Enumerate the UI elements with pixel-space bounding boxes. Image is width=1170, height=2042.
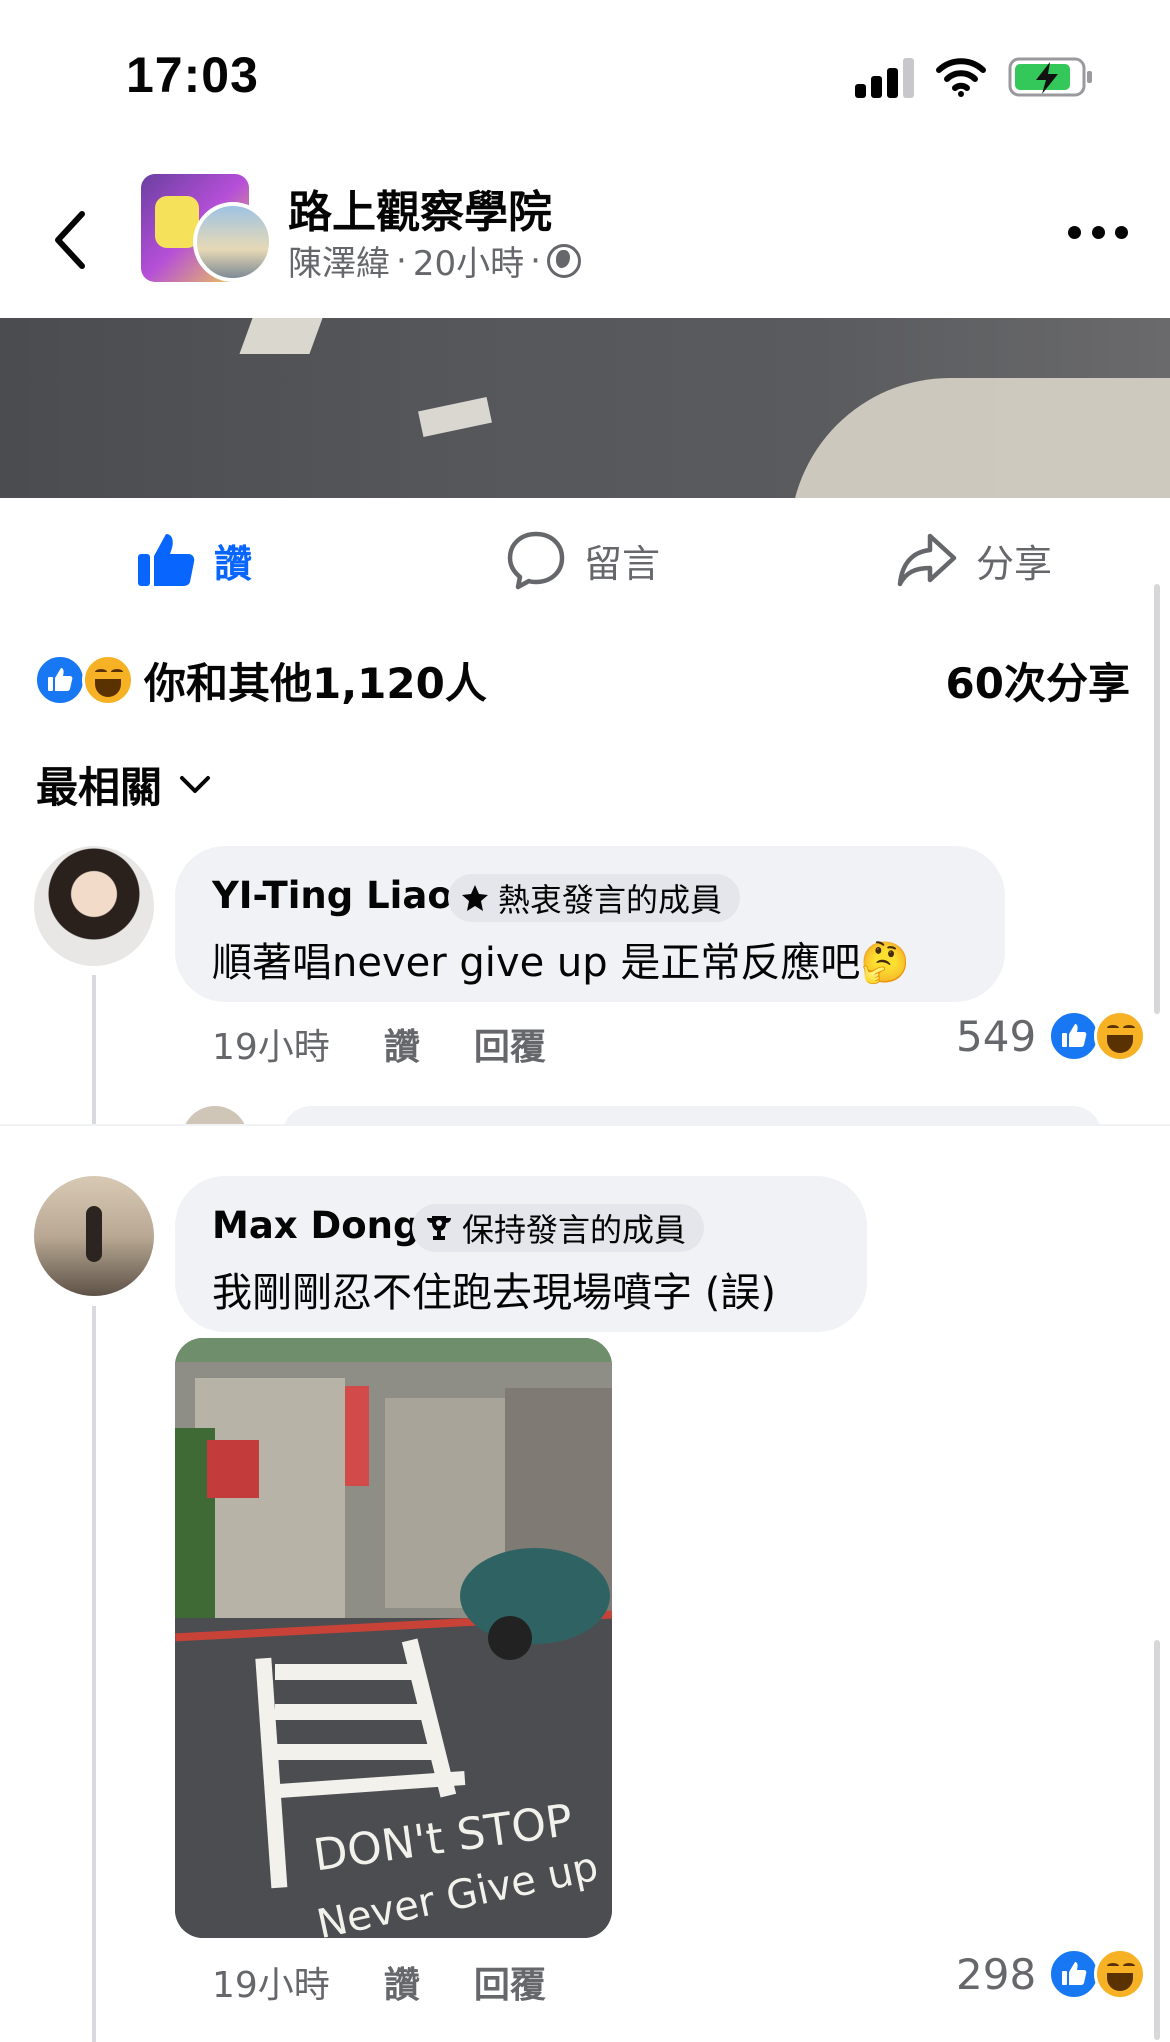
chevron-down-icon	[180, 775, 211, 793]
group-avatar[interactable]	[141, 174, 273, 282]
collapsed-reply-preview[interactable]	[182, 1106, 1102, 1124]
shares-count[interactable]: 60次分享	[946, 650, 1130, 711]
street-photo: DON't STOP Never Give up	[175, 1338, 612, 1938]
post-header: 路上觀察學院 陳澤緯 · 20小時 ·	[0, 150, 1170, 310]
share-button[interactable]: 分享	[896, 528, 1052, 592]
divider	[0, 1124, 1170, 1126]
comment-reaction-icons	[1048, 1948, 1146, 2000]
share-label: 分享	[976, 541, 1053, 586]
haha-reaction-icon	[1094, 1948, 1146, 2000]
reactors-count[interactable]: 你和其他1,120人	[144, 650, 487, 711]
sort-label: 最相關	[36, 763, 163, 812]
comment-text: 順著唱never give up 是正常反應吧🤔	[212, 940, 911, 986]
like-label: 讚	[214, 541, 253, 586]
chevron-left-icon[interactable]	[48, 200, 98, 280]
battery-charging-icon	[1008, 57, 1092, 97]
reaction-icons	[34, 654, 134, 706]
commenter-name[interactable]: YI-Ting Liao	[212, 874, 453, 917]
share-icon	[897, 533, 957, 587]
post-action-bar: 讚 留言 分享	[0, 508, 1170, 608]
member-badge: 熱衷發言的成員	[448, 874, 741, 922]
cellular-signal-icon	[855, 58, 915, 98]
member-badge: 保持發言的成員	[412, 1204, 705, 1252]
scrollbar[interactable]	[1154, 584, 1160, 1014]
more-icon[interactable]	[1068, 226, 1128, 242]
like-reaction-icon	[34, 654, 86, 706]
commenter-name[interactable]: Max Dong	[212, 1204, 420, 1247]
comment-reply-button[interactable]: 回覆	[474, 1018, 546, 1070]
like-icon	[138, 534, 195, 586]
haha-reaction-icon	[1094, 1010, 1146, 1062]
comment-photo[interactable]: DON't STOP Never Give up	[175, 1338, 612, 1938]
reactions-summary[interactable]: 你和其他1,120人 60次分享	[0, 640, 1170, 720]
commenter-avatar[interactable]	[34, 1176, 154, 1296]
comment-meta: 19小時 讚 回覆	[212, 1018, 546, 1070]
status-bar: 17:03	[0, 0, 1170, 140]
group-name[interactable]: 路上觀察學院	[288, 176, 552, 240]
globe-icon	[546, 243, 581, 278]
comment-like-button[interactable]: 讚	[384, 1956, 420, 2008]
thread-line	[92, 975, 96, 1125]
comment-sort-dropdown[interactable]: 最相關	[36, 754, 212, 815]
comment-label: 留言	[584, 541, 661, 586]
commenter-avatar[interactable]	[34, 846, 154, 966]
trophy-icon	[427, 1216, 451, 1240]
meta-separator: ·	[396, 240, 407, 281]
meta-separator: ·	[530, 240, 541, 281]
comment-text: 我剛剛忍不住跑去現場噴字 (誤)	[212, 1270, 776, 1316]
comment-time: 19小時	[212, 1027, 330, 1068]
like-button[interactable]: 讚	[136, 528, 252, 592]
author-name[interactable]: 陳澤緯	[288, 236, 390, 285]
comment-time: 19小時	[212, 1965, 330, 2006]
comment-reaction-count[interactable]: 549	[956, 1012, 1036, 1061]
comment-reaction-count[interactable]: 298	[956, 1950, 1036, 1999]
comment-reaction-icons	[1048, 1010, 1146, 1062]
thinking-emoji: 🤔	[860, 940, 911, 986]
post-image[interactable]	[0, 318, 1170, 498]
comment-reply-button[interactable]: 回覆	[474, 1956, 546, 2008]
like-reaction-icon	[1048, 1010, 1100, 1062]
thread-line	[92, 1306, 96, 2042]
like-reaction-icon	[1048, 1948, 1100, 2000]
comment-icon	[507, 531, 565, 590]
comment-meta: 19小時 讚 回覆	[212, 1956, 546, 2008]
wifi-icon	[936, 58, 986, 97]
post-meta: 陳澤緯 · 20小時 ·	[288, 236, 581, 285]
haha-reaction-icon	[82, 654, 134, 706]
author-avatar	[193, 202, 273, 282]
status-time: 17:03	[126, 47, 259, 103]
scrollbar[interactable]	[1154, 1640, 1160, 2040]
comment-like-button[interactable]: 讚	[384, 1018, 420, 1070]
post-time: 20小時	[412, 244, 525, 284]
star-icon	[462, 885, 488, 911]
comment-button[interactable]: 留言	[506, 528, 660, 592]
